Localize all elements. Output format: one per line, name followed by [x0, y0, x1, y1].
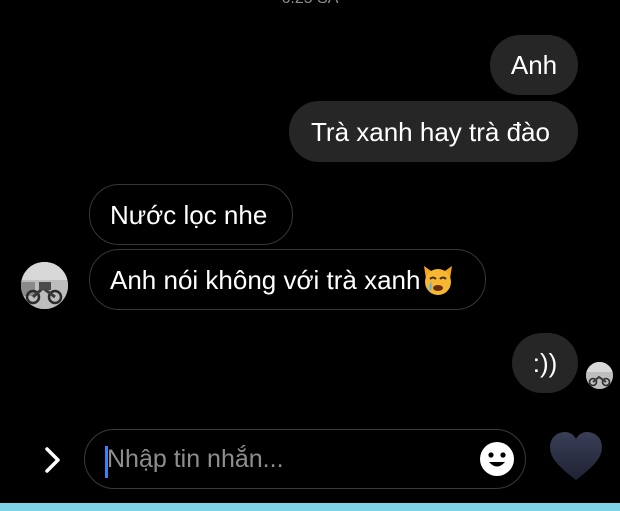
message-text: Nước lọc nhe: [110, 199, 268, 230]
motorbike-photo-icon: [21, 262, 68, 309]
seen-avatar: [586, 362, 613, 389]
message-timestamp: 6:25 SA: [0, 0, 620, 8]
like-heart-button[interactable]: [548, 430, 604, 484]
message-composer[interactable]: Nhập tin nhắn...: [84, 429, 526, 489]
contact-avatar[interactable]: [21, 262, 68, 309]
message-text: Anh: [510, 50, 558, 80]
emoji-button[interactable]: [478, 440, 516, 478]
incoming-message[interactable]: Anh nói không với trà xanh: [89, 249, 486, 310]
message-text: Anh nói không với trà xanh: [110, 264, 421, 295]
outgoing-message[interactable]: Anh: [490, 35, 578, 95]
chevron-right-icon: [45, 447, 60, 473]
motorbike-photo-icon: [586, 362, 613, 389]
outgoing-message[interactable]: :)): [512, 333, 578, 393]
message-text: Trà xanh hay trà đào: [311, 116, 550, 147]
smiley-icon: [480, 442, 514, 476]
incoming-message[interactable]: Nước lọc nhe: [89, 184, 293, 245]
heart-icon: [550, 432, 602, 480]
message-text: :)): [532, 348, 558, 378]
message-input[interactable]: Nhập tin nhắn...: [107, 430, 284, 488]
bottom-edge-bar: [0, 503, 620, 511]
outgoing-message[interactable]: Trà xanh hay trà đào: [289, 101, 578, 162]
expand-actions-button[interactable]: [38, 443, 66, 477]
crying-cat-face-icon: [424, 265, 453, 295]
